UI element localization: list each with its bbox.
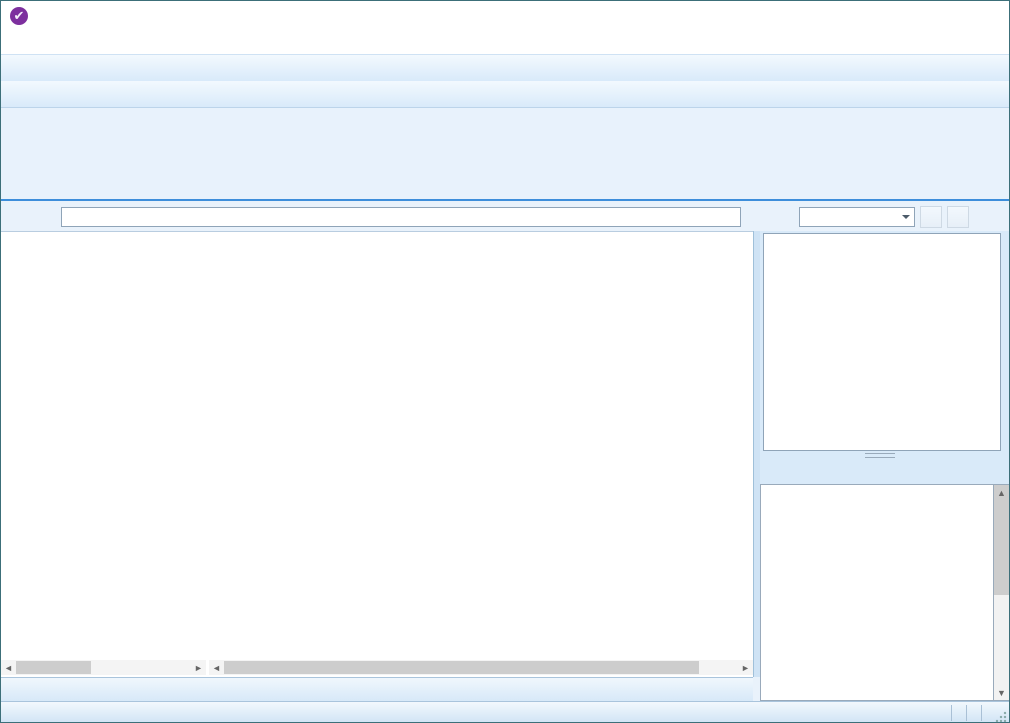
move-attribute-up-icon[interactable]	[787, 460, 812, 483]
minimize-button[interactable]	[874, 2, 919, 31]
view-tab-bar	[1, 677, 753, 702]
resize-grip[interactable]	[995, 711, 1007, 723]
menu-bar	[1, 31, 1009, 54]
insert-date-button[interactable]	[920, 206, 942, 228]
task-table: ◄► ◄►	[1, 231, 753, 678]
project-title-input[interactable]	[61, 207, 741, 227]
status-bar	[1, 701, 1009, 723]
comments-format-combo[interactable]	[799, 207, 915, 227]
maximize-button[interactable]	[919, 2, 964, 31]
secondary-toolbar	[1, 81, 1009, 108]
attribute-detail-icon[interactable]	[762, 460, 787, 483]
app-icon: ✔	[10, 7, 28, 25]
attributes-grid	[760, 484, 994, 701]
attributes-vscrollbar[interactable]: ▲ ▼	[994, 484, 1010, 701]
title-column-hscrollbar[interactable]: ◄►	[1, 660, 206, 675]
title-bar: ✔	[1, 1, 1009, 32]
todolist-window: ✔ ◄► ◄►	[0, 0, 1010, 723]
attributes-toolbar	[762, 459, 1009, 483]
close-button[interactable]	[964, 2, 1009, 31]
columns-hscrollbar[interactable]: ◄►	[209, 660, 753, 675]
project-row	[1, 203, 1009, 231]
insert-time-button[interactable]	[947, 206, 969, 228]
task-comments-box[interactable]	[763, 233, 1001, 451]
main-toolbar	[1, 54, 1009, 81]
filter-panel	[1, 108, 1009, 201]
comments-splitter-grip[interactable]	[865, 453, 895, 458]
right-panel: ▲ ▼	[760, 231, 1010, 701]
chevron-down-icon[interactable]	[898, 208, 914, 226]
